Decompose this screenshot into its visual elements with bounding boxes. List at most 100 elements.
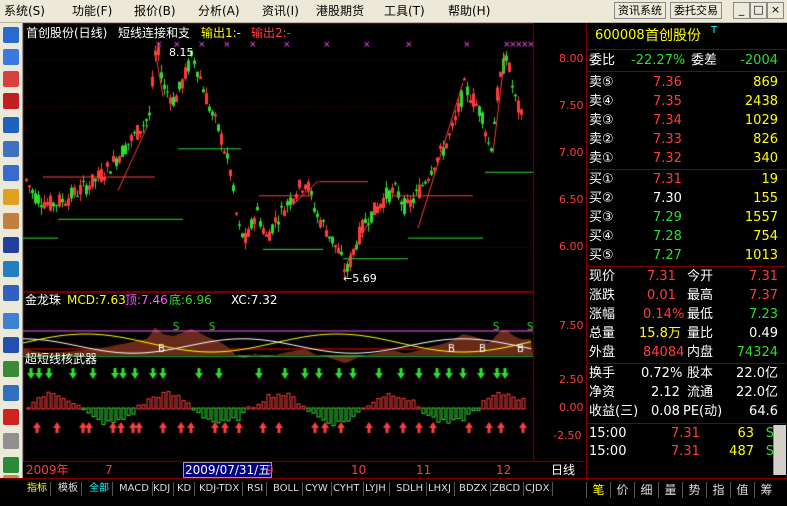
wave-icon[interactable] bbox=[3, 313, 19, 329]
sell2-label: 卖② bbox=[589, 132, 614, 147]
line-chart-icon[interactable] bbox=[3, 71, 19, 87]
sell4-row: 卖④ 7.35 2438 bbox=[587, 93, 786, 111]
xc-label: XC:7.32 bbox=[231, 293, 278, 307]
low-tick-1: 2.50 bbox=[559, 373, 584, 386]
sell2-vol: 826 bbox=[753, 132, 778, 147]
tab-kdj-tdx[interactable]: KDJ-TDX bbox=[196, 482, 244, 496]
stat2-row-2: 净资 2.12 流通 22.0亿 bbox=[587, 384, 786, 402]
tab-kd[interactable]: KD bbox=[174, 482, 196, 496]
tab-zbcd[interactable]: ZBCD bbox=[489, 482, 525, 496]
buy2-vol: 155 bbox=[753, 191, 778, 206]
bottom-bar: 指标 模板 全部 MACD KDJ KD KDJ-TDX RSI BOLL CY… bbox=[0, 478, 787, 506]
menu-system[interactable]: 系统(S) bbox=[4, 3, 45, 19]
menu-analysis[interactable]: 分析(A) bbox=[198, 3, 240, 19]
tab-boll[interactable]: BOLL bbox=[270, 482, 303, 496]
buy2-row: 买② 7.30 155 bbox=[587, 190, 786, 208]
stat2-value-float: 22.0亿 bbox=[736, 385, 778, 400]
tab-price[interactable]: 价 bbox=[610, 482, 634, 498]
stat-row-3: 涨幅 0.14% 最低 7.23 bbox=[587, 306, 786, 324]
tick1-time: 15:00 bbox=[589, 426, 627, 441]
quote-list-icon[interactable] bbox=[3, 27, 19, 43]
mid-panel-name: 金龙珠 bbox=[25, 293, 62, 307]
tab-indicator[interactable]: 指标 bbox=[24, 482, 51, 496]
tab-cyht[interactable]: CYHT bbox=[330, 482, 364, 496]
tab-chips[interactable]: 筹 bbox=[754, 482, 778, 498]
tools-icon[interactable] bbox=[3, 433, 19, 449]
menu-tools[interactable]: 工具(T) bbox=[384, 3, 425, 19]
f10-icon[interactable] bbox=[3, 237, 19, 253]
sell1-vol: 340 bbox=[753, 151, 778, 166]
etf-icon[interactable] bbox=[3, 285, 19, 301]
dollar-icon[interactable] bbox=[3, 409, 19, 425]
menu-help[interactable]: 帮助(H) bbox=[448, 3, 490, 19]
tab-cjdx[interactable]: CJDX bbox=[522, 482, 554, 496]
sell1-label: 卖① bbox=[589, 151, 614, 166]
people-icon[interactable] bbox=[3, 213, 19, 229]
stat-value-volratio: 0.49 bbox=[749, 326, 778, 341]
low-tick-2: 0.00 bbox=[559, 401, 584, 414]
tab-all[interactable]: 全部 bbox=[86, 482, 113, 496]
trade-button[interactable]: 委托交易 bbox=[670, 2, 722, 19]
kline-icon[interactable] bbox=[3, 93, 19, 109]
close-button[interactable]: × bbox=[767, 2, 784, 19]
table-icon[interactable] bbox=[3, 49, 19, 65]
stock-tag: T bbox=[711, 25, 718, 36]
buy1-row: 买① 7.31 19 bbox=[587, 171, 786, 189]
tab-index[interactable]: 指 bbox=[706, 482, 730, 498]
buy5-price: 7.27 bbox=[653, 248, 682, 263]
mail-icon[interactable] bbox=[3, 189, 19, 205]
report-icon[interactable] bbox=[3, 117, 19, 133]
menu-quote[interactable]: 报价(B) bbox=[134, 3, 176, 19]
tab-macd[interactable]: MACD bbox=[116, 482, 153, 496]
tick2-vol: 487 bbox=[729, 444, 754, 459]
tab-cyw[interactable]: CYW bbox=[302, 482, 332, 496]
tab-template[interactable]: 模板 bbox=[55, 482, 82, 496]
kline-canvas[interactable] bbox=[23, 23, 585, 478]
calc-icon[interactable] bbox=[3, 385, 19, 401]
sell2-row: 卖② 7.33 826 bbox=[587, 131, 786, 149]
tab-rsi[interactable]: RSI bbox=[244, 482, 268, 496]
tab-volume[interactable]: 量 bbox=[658, 482, 682, 498]
grid-icon[interactable] bbox=[3, 141, 19, 157]
menu-hk-futures[interactable]: 港股期货 bbox=[316, 3, 364, 19]
price-tick-2: 7.50 bbox=[559, 99, 584, 112]
tab-trend[interactable]: 势 bbox=[682, 482, 706, 498]
stat-row-4: 总量 15.8万 量比 0.49 bbox=[587, 325, 786, 343]
tick-row-2: 15:00 7.31 487 S bbox=[587, 443, 786, 461]
menu-info[interactable]: 资讯(I) bbox=[262, 3, 299, 19]
tick-row-1: 15:00 7.31 63 S bbox=[587, 425, 786, 443]
rsi-icon[interactable] bbox=[3, 337, 19, 353]
quote-scrollbar[interactable] bbox=[773, 425, 786, 475]
tab-bdzx[interactable]: BDZX bbox=[456, 482, 492, 496]
minimize-button[interactable]: _ bbox=[733, 2, 750, 19]
tab-detail[interactable]: 细 bbox=[634, 482, 658, 498]
chart-title-stock: 首创股份(日线) bbox=[26, 26, 108, 40]
search-icon[interactable] bbox=[3, 261, 19, 277]
tab-sdlh[interactable]: SDLH bbox=[393, 482, 428, 496]
weibi-label: 委比 bbox=[589, 53, 616, 68]
bottom-label: 底:6.96 bbox=[169, 293, 212, 307]
buy5-label: 买⑤ bbox=[589, 248, 614, 263]
tick1-vol: 63 bbox=[737, 426, 754, 441]
tab-tick[interactable]: 笔 bbox=[586, 482, 610, 498]
axis-9: 9 bbox=[266, 463, 274, 477]
stat-label-open: 今开 bbox=[687, 269, 714, 284]
sell3-price: 7.34 bbox=[653, 113, 682, 128]
stat2-value-pe: 64.6 bbox=[749, 404, 778, 419]
period-label[interactable]: 日线 bbox=[551, 463, 575, 477]
list-icon[interactable] bbox=[3, 165, 19, 181]
tab-lhxj[interactable]: LHXJ bbox=[425, 482, 455, 496]
buy4-price: 7.28 bbox=[653, 229, 682, 244]
buy5-row: 买⑤ 7.27 1013 bbox=[587, 247, 786, 265]
screen-icon[interactable] bbox=[3, 361, 19, 377]
chart-area[interactable]: 首创股份(日线) 短线连接和支 输出1:- 输出2:- 8.15 ←5.69 8… bbox=[23, 23, 585, 478]
sell2-price: 7.33 bbox=[653, 132, 682, 147]
news-system-button[interactable]: 资讯系统 bbox=[614, 2, 666, 19]
menu-function[interactable]: 功能(F) bbox=[72, 3, 112, 19]
exit-icon[interactable] bbox=[3, 457, 19, 473]
tab-value[interactable]: 值 bbox=[730, 482, 754, 498]
tab-lyjh[interactable]: LYJH bbox=[362, 482, 390, 496]
low-tick-3: -2.50 bbox=[553, 429, 582, 442]
tab-kdj[interactable]: KDJ bbox=[150, 482, 175, 496]
maximize-button[interactable]: □ bbox=[750, 2, 767, 19]
